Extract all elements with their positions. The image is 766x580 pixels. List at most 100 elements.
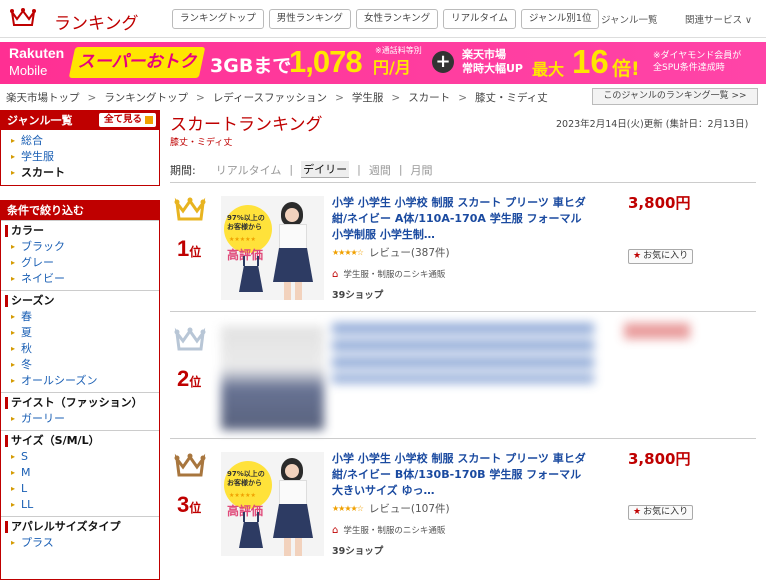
shop-row: ⌂ 学生服・制服のニシキ通販	[332, 268, 445, 281]
crown-logo-icon[interactable]	[10, 8, 36, 28]
product-title-link[interactable]: 小学 小学生 小学校 制服 スカート プリーツ 車ヒダ 紺/ネイビー B体/13…	[332, 451, 594, 499]
divider	[170, 311, 756, 312]
badge-line1: 97%以上の	[227, 470, 265, 478]
breadcrumb-sep: >	[87, 91, 97, 104]
breadcrumb-item[interactable]: ランキングトップ	[104, 90, 188, 105]
genre-list-link[interactable]: ジャンル一覧	[601, 12, 658, 26]
filter-season-spring[interactable]: 春	[7, 309, 159, 325]
nav-genre-first[interactable]: ジャンル別1位	[520, 9, 600, 29]
filter-size-plus[interactable]: プラス	[7, 535, 159, 551]
genre-ranking-list-button[interactable]: このジャンルのランキング一覧 >>	[592, 88, 758, 105]
filter-group-taste: テイスト（ファッション） ガーリー	[1, 392, 159, 430]
banner-dia-line2: 全SPU条件達成時	[653, 63, 725, 73]
product-image[interactable]: 97%以上の お客様から ★★★★★ 高評価	[221, 452, 324, 556]
product-title-link[interactable]	[332, 323, 594, 383]
badge-text: 97%以上の お客様から	[227, 214, 265, 232]
tab-daily[interactable]: デイリー	[301, 161, 350, 178]
genre-item-overall[interactable]: 総合	[7, 133, 153, 149]
nav-men-ranking[interactable]: 男性ランキング	[268, 9, 351, 29]
rating-stars-icon: ★★★★☆	[332, 504, 364, 513]
filter-group-title: シーズン	[1, 293, 159, 309]
banner-max-text: 最大	[532, 60, 565, 79]
see-all-button[interactable]: 全て見る	[98, 113, 156, 127]
filter-size-ll[interactable]: LL	[7, 497, 159, 513]
nav-realtime[interactable]: リアルタイム	[443, 9, 516, 29]
filter-size-l[interactable]: L	[7, 481, 159, 497]
nav-ranking-top[interactable]: ランキングトップ	[172, 9, 264, 29]
promo-banner[interactable]: Rakuten Mobile スーパーおトク 3GBまで ※通話料等別 1,07…	[0, 42, 766, 84]
filter-taste-girly[interactable]: ガーリー	[7, 411, 159, 427]
product-image[interactable]	[221, 326, 324, 430]
gold-crown-icon	[174, 197, 206, 221]
filter-season-winter[interactable]: 冬	[7, 357, 159, 373]
filter-color-black[interactable]: ブラック	[7, 239, 159, 255]
ranking-item-2: 2位	[170, 318, 756, 436]
review-link[interactable]: レビュー(107件)	[369, 501, 450, 516]
period-tabs: 期間: リアルタイム | デイリー | 週間 | 月間	[170, 161, 433, 178]
tab-realtime[interactable]: リアルタイム	[216, 162, 282, 178]
related-services-dropdown[interactable]: 関連サービス ∨	[685, 12, 752, 26]
filter-size-s[interactable]: S	[7, 449, 159, 465]
model-skirt	[273, 504, 313, 538]
product-image[interactable]: 97%以上の お客様から ★★★★★ 高評価	[221, 196, 324, 300]
breadcrumb-item[interactable]: レディースファッション	[213, 90, 327, 105]
breadcrumb-item[interactable]: 学生服	[352, 90, 384, 105]
filter-size-m[interactable]: M	[7, 465, 159, 481]
period-sep: |	[289, 163, 294, 176]
rank-suffix: 位	[189, 245, 202, 259]
filter-season-summer[interactable]: 夏	[7, 325, 159, 341]
badge-line2: お客様から	[227, 223, 262, 231]
rating-row: ★★★★☆ レビュー(107件)	[332, 501, 450, 516]
breadcrumb-item[interactable]: スカート	[408, 90, 450, 105]
tab-monthly[interactable]: 月間	[411, 162, 433, 178]
genre-item-skirt[interactable]: スカート	[7, 165, 153, 181]
banner-16-text: 16	[572, 43, 609, 80]
banner-mobile-text: Mobile	[9, 63, 48, 78]
filter-season-all[interactable]: オールシーズン	[7, 373, 159, 389]
favorite-button[interactable]: ★ お気に入り	[628, 249, 694, 264]
product-title-link[interactable]: 小学 小学生 小学校 制服 スカート プリーツ 車ヒダ 紺/ネイビー A体/11…	[332, 195, 594, 243]
breadcrumb-item[interactable]: 楽天市場トップ	[6, 90, 80, 105]
update-date: 2023年2月14日(火)更新 (集計日：2月13日)	[556, 119, 749, 130]
shop-39-logo: 39ショップ	[332, 290, 384, 301]
ranking-brand-link[interactable]: ランキング	[54, 9, 139, 34]
review-link[interactable]: レビュー(387件)	[369, 245, 450, 260]
filter-season-autumn[interactable]: 秋	[7, 341, 159, 357]
filter-group-color: カラー ブラック グレー ネイビー	[1, 220, 159, 290]
genre-item-uniform[interactable]: 学生服	[7, 149, 153, 165]
rank-value: 3	[177, 492, 190, 517]
shop-link[interactable]: 学生服・制服のニシキ通販	[343, 524, 445, 536]
filter-group-season: シーズン 春 夏 秋 冬 オールシーズン	[1, 290, 159, 392]
filter-color-gray[interactable]: グレー	[7, 255, 159, 271]
badge-line2: お客様から	[227, 479, 262, 487]
favorite-button[interactable]: ★ お気に入り	[628, 505, 694, 520]
breadcrumb-item[interactable]: 膝丈・ミディ丈	[475, 90, 548, 105]
nav-women-ranking[interactable]: 女性ランキング	[355, 9, 439, 29]
model-shirt	[279, 224, 307, 250]
filter-color-navy[interactable]: ネイビー	[7, 271, 159, 287]
filter-group-size: サイズ（S/M/L） S M L LL	[1, 430, 159, 516]
breadcrumb-sep: >	[196, 91, 205, 104]
top-nav: ランキングトップ 男性ランキング 女性ランキング リアルタイム ジャンル別1位	[172, 9, 600, 29]
badge-stars: ★★★★★	[229, 236, 256, 243]
banner-super-text: スーパーおトク	[77, 52, 197, 72]
breadcrumb: 楽天市場トップ > ランキングトップ > レディースファッション > 学生服 > スカー…	[6, 90, 548, 105]
banner-plus-icon: +	[432, 51, 454, 73]
model-face	[285, 208, 299, 222]
breadcrumb-sep: >	[458, 91, 467, 104]
tab-weekly[interactable]: 週間	[369, 162, 391, 178]
genre-box-header: ジャンル一覧 全て見る	[1, 111, 159, 130]
rank-number: 1位	[177, 236, 201, 262]
rank-value: 1	[177, 236, 190, 261]
banner-ichiba-line2: 常時大幅UP	[462, 62, 523, 75]
page-subtitle: 膝丈・ミディ丈	[170, 138, 233, 148]
shop-link[interactable]: 学生服・制服のニシキ通販	[343, 268, 445, 280]
rank-suffix: 位	[189, 375, 202, 389]
page-title: スカートランキング	[170, 115, 323, 135]
rank-value: 2	[177, 366, 190, 391]
banner-gb-text: 3GBまで	[210, 55, 292, 77]
rank-number: 2位	[177, 366, 201, 392]
shop-house-icon: ⌂	[332, 524, 339, 536]
model-legs	[284, 538, 302, 556]
bronze-crown-icon	[174, 453, 206, 477]
